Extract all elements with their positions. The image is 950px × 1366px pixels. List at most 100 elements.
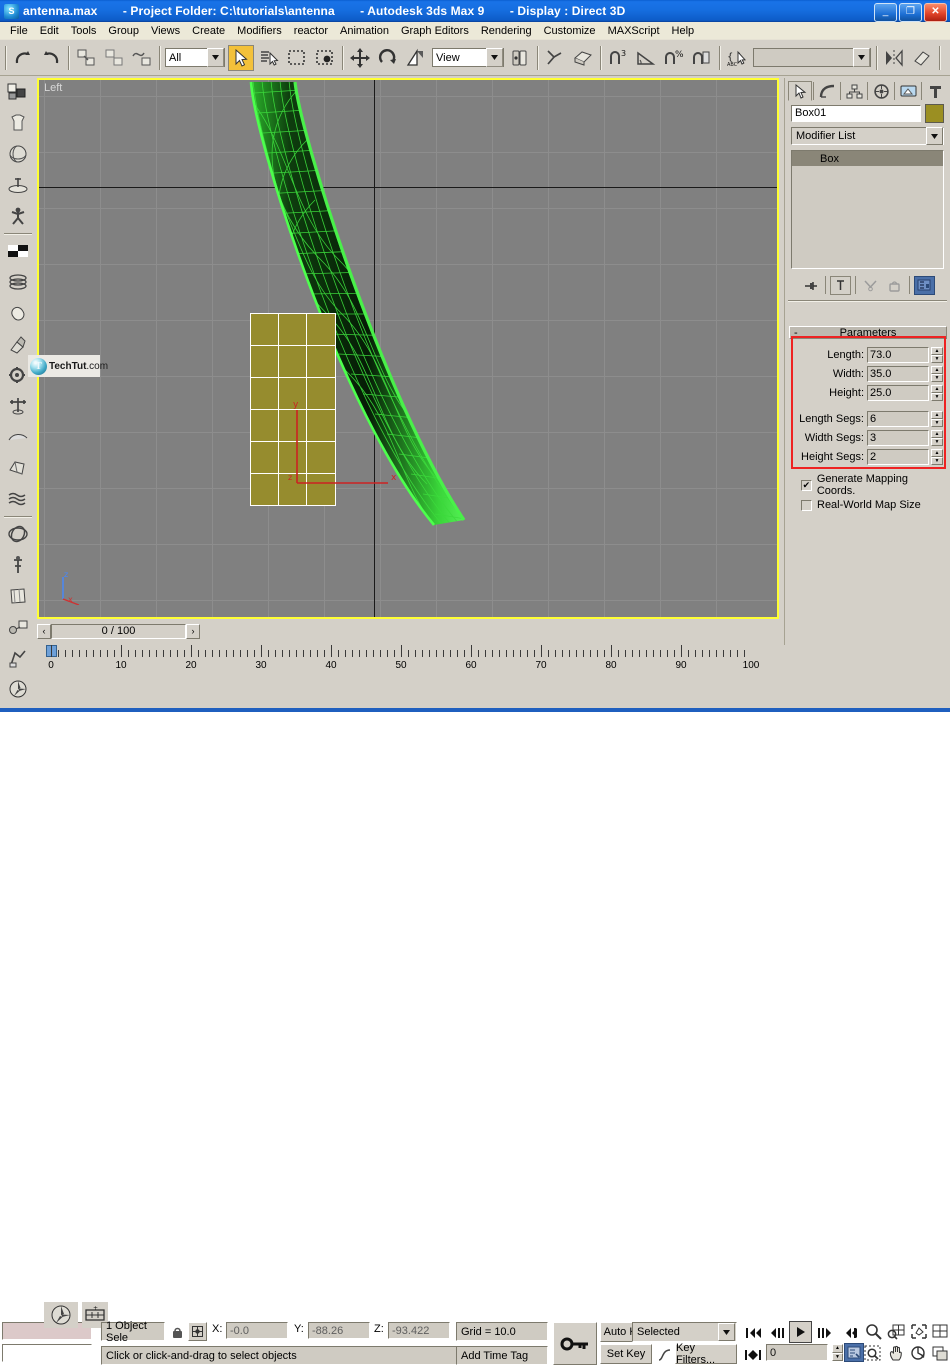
undo-button[interactable] — [10, 44, 36, 71]
frame-readout[interactable]: 0 / 100 — [51, 623, 186, 639]
selection-filter-dropdown[interactable]: All — [165, 48, 225, 67]
z-coord-field[interactable]: -93.422 — [388, 1322, 450, 1339]
next-frame-button[interactable] — [814, 1322, 836, 1343]
modifier-stack[interactable]: Box — [791, 150, 944, 269]
width-spinner[interactable]: ▲ ▼ — [931, 365, 943, 382]
chevron-down-icon[interactable] — [486, 48, 503, 67]
stack-item-box[interactable]: Box — [792, 151, 943, 166]
create-tab[interactable] — [788, 81, 812, 101]
selected-box-object[interactable] — [250, 313, 336, 511]
unlink-selection-button[interactable] — [101, 44, 127, 71]
angle-snap-toggle-button[interactable] — [633, 44, 659, 71]
capsule-icon[interactable] — [3, 298, 33, 328]
named-selection-set-dropdown[interactable] — [753, 48, 871, 67]
percent-snap-toggle-button[interactable]: % — [661, 44, 687, 71]
height-segs-field[interactable]: 2 — [867, 448, 929, 465]
hierarchy-tab[interactable] — [842, 81, 866, 101]
object-color-swatch[interactable] — [925, 104, 944, 123]
antenna-mesh-object[interactable] — [39, 80, 777, 617]
add-time-tag-button[interactable]: Add Time Tag — [456, 1346, 548, 1365]
menu-item-customize[interactable]: Customize — [538, 24, 602, 38]
x-coord-field[interactable]: -0.0 — [226, 1322, 288, 1339]
key-mode-nav-button[interactable] — [742, 1344, 764, 1365]
coil-spring-icon[interactable] — [3, 267, 33, 297]
redo-button[interactable] — [38, 44, 64, 71]
soft-body-icon[interactable] — [3, 581, 33, 611]
spinner-snap-toggle-button[interactable] — [689, 44, 715, 71]
select-by-name-button[interactable] — [256, 44, 282, 71]
width-segs-spinner[interactable]: ▲ ▼ — [931, 429, 943, 446]
remove-modifier-icon[interactable] — [884, 276, 905, 295]
named-selection-sets-button[interactable]: { } ABC — [724, 44, 750, 71]
key-filter-dropdown[interactable]: Selected — [632, 1322, 737, 1342]
keyboard-shortcut-override-button[interactable] — [570, 44, 596, 71]
plane-helper-icon[interactable] — [3, 170, 33, 200]
key-mode-toggle-button[interactable] — [553, 1322, 597, 1365]
current-frame-spinner[interactable]: ▲ ▼ — [832, 1344, 843, 1361]
torus-knot-icon[interactable] — [3, 519, 33, 549]
height-segs-spinner[interactable]: ▲ ▼ — [931, 448, 943, 465]
chevron-down-icon[interactable] — [718, 1323, 735, 1341]
minimize-button[interactable]: _ — [874, 3, 897, 22]
waves-icon[interactable] — [3, 484, 33, 514]
current-frame-field[interactable]: 0 — [766, 1344, 828, 1361]
chevron-down-icon[interactable] — [207, 48, 224, 67]
previous-key-button[interactable]: ‹ — [37, 623, 51, 639]
height-spinner[interactable]: ▲ ▼ — [931, 384, 943, 401]
select-and-scale-button[interactable] — [403, 44, 429, 71]
absolute-relative-transform-toggle[interactable] — [188, 1322, 207, 1341]
chevron-down-icon[interactable] — [926, 127, 943, 145]
select-and-move-button[interactable] — [347, 44, 373, 71]
arc-rotate-button[interactable] — [908, 1343, 930, 1364]
menu-item-views[interactable]: Views — [145, 24, 186, 38]
zoom-button[interactable] — [862, 1321, 884, 1342]
reference-coordinate-dropdown[interactable]: View — [432, 48, 504, 67]
select-and-link-button[interactable] — [73, 44, 99, 71]
length-segs-spinner[interactable]: ▲ ▼ — [931, 410, 943, 427]
align-button[interactable] — [909, 44, 935, 71]
generate-mapping-coords-checkbox[interactable]: ✔ — [801, 479, 812, 491]
real-world-map-size-checkbox[interactable] — [801, 499, 812, 511]
motion-tab[interactable] — [869, 81, 893, 101]
set-key-button[interactable]: Set Key — [600, 1344, 652, 1364]
show-end-result-icon[interactable] — [830, 275, 851, 295]
menu-item-file[interactable]: File — [4, 24, 34, 38]
key-filters-button[interactable]: Key Filters... — [675, 1342, 737, 1366]
set-key-curve-icon[interactable] — [655, 1346, 673, 1363]
menu-item-help[interactable]: Help — [666, 24, 701, 38]
select-and-manipulate-button[interactable] — [542, 44, 568, 71]
mirror-button[interactable] — [881, 44, 907, 71]
time-configuration-button[interactable] — [844, 1343, 864, 1362]
utilities-tab[interactable] — [923, 81, 947, 101]
use-pivot-point-center-button[interactable] — [507, 44, 533, 71]
height-field[interactable]: 25.0 — [867, 384, 929, 401]
biped-figure-icon[interactable] — [3, 201, 33, 231]
close-button[interactable]: ✕ — [924, 3, 947, 22]
next-key-button[interactable]: › — [186, 623, 200, 639]
go-to-start-button[interactable] — [742, 1322, 764, 1343]
modifier-list-dropdown[interactable]: Modifier List — [791, 127, 944, 145]
play-animation-button[interactable] — [789, 1321, 812, 1343]
modify-tab[interactable] — [815, 81, 839, 101]
zoom-all-button[interactable] — [885, 1321, 907, 1342]
object-name-field[interactable]: Box01 — [791, 105, 921, 122]
viewport-left[interactable]: Left y x z z x — [39, 80, 777, 617]
collapse-toggle-icon[interactable]: - — [794, 327, 798, 339]
maximize-viewport-button[interactable] — [929, 1343, 950, 1364]
tree-icon[interactable] — [3, 391, 33, 421]
parameters-rollup-header[interactable]: - Parameters — [789, 326, 947, 339]
go-to-end-button[interactable] — [838, 1322, 860, 1343]
width-field[interactable]: 35.0 — [867, 365, 929, 382]
rectangular-selection-region-button[interactable] — [284, 44, 310, 71]
lock-selection-icon[interactable] — [168, 1323, 186, 1341]
length-spinner[interactable]: ▲ ▼ — [931, 346, 943, 363]
reactor-preview-button[interactable] — [44, 1302, 78, 1328]
menu-item-modifiers[interactable]: Modifiers — [231, 24, 288, 38]
menu-item-rendering[interactable]: Rendering — [475, 24, 538, 38]
region-zoom-button[interactable] — [862, 1343, 884, 1364]
configure-modifier-sets-icon[interactable] — [914, 275, 935, 295]
chevron-down-icon[interactable] — [853, 48, 870, 67]
bone-tools-icon[interactable] — [3, 422, 33, 452]
menu-item-reactor[interactable]: reactor — [288, 24, 334, 38]
garment-maker-icon[interactable] — [3, 108, 33, 138]
